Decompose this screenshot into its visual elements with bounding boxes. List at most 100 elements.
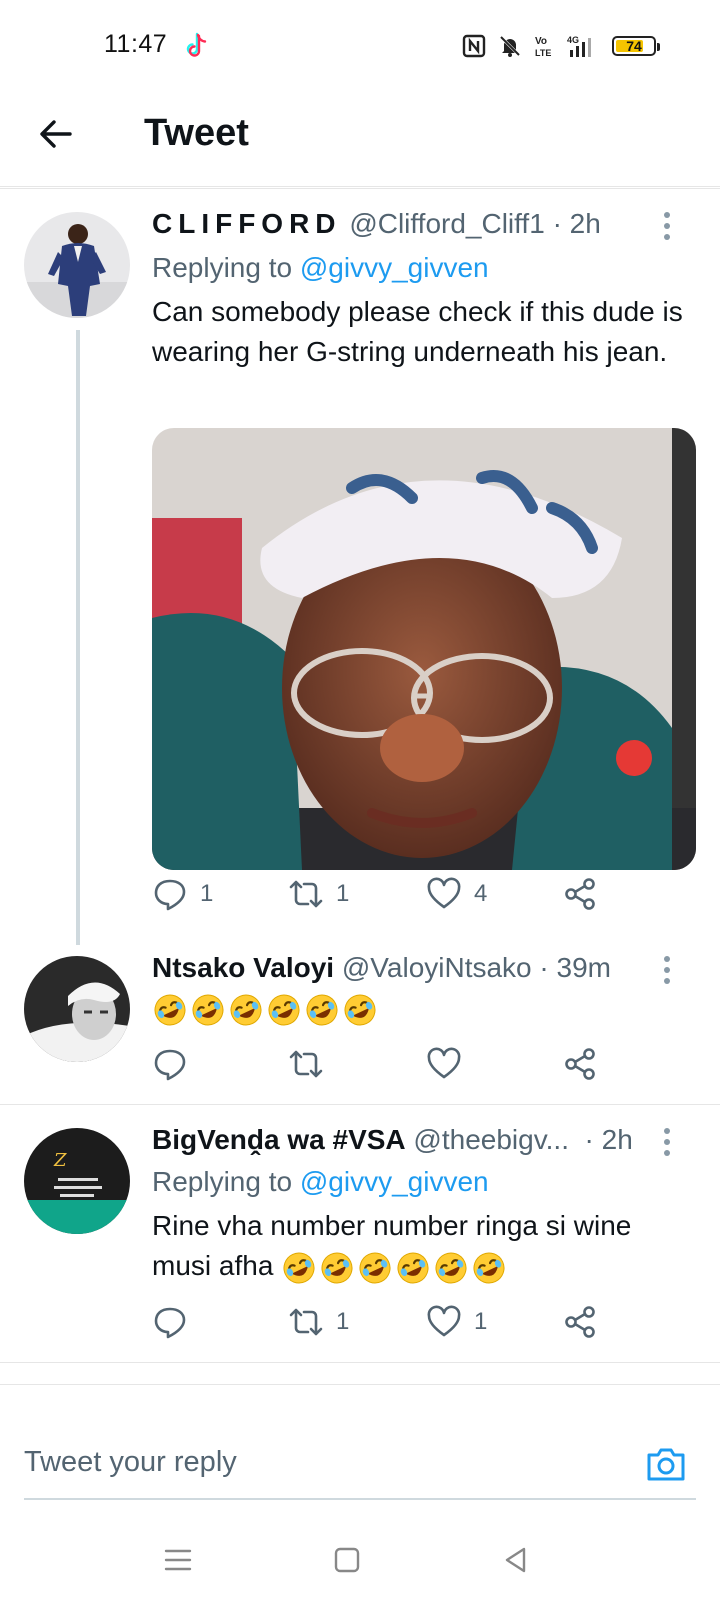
back-triangle-icon[interactable] — [500, 1544, 532, 1576]
retweet-count: 1 — [336, 1308, 350, 1335]
tweet-text — [152, 988, 692, 1028]
home-square-icon[interactable] — [331, 1544, 363, 1576]
volte-icon: Vo LTE — [535, 36, 551, 58]
rofl-emoji-row — [152, 992, 378, 1028]
display-name[interactable]: CLIFFORD — [152, 208, 342, 239]
retweet-button[interactable]: 1 — [288, 1302, 349, 1342]
avatar[interactable] — [24, 212, 130, 318]
user-handle[interactable]: @Clifford_Cliff1 — [349, 208, 544, 239]
rofl-emoji-icon — [281, 1250, 317, 1286]
display-name[interactable]: Ntsako Valoyi — [152, 952, 334, 983]
rofl-emoji-icon — [395, 1250, 431, 1286]
more-options-icon[interactable] — [662, 956, 672, 984]
mute-icon — [499, 35, 521, 57]
share-button[interactable] — [562, 874, 598, 914]
like-button[interactable]: 4 — [426, 874, 487, 914]
reply-icon — [154, 879, 186, 911]
svg-text:LTE: LTE — [535, 48, 551, 58]
tweet-text: Rine vha number number ringa si wine mus… — [152, 1206, 692, 1286]
battery-icon: 74 — [612, 36, 660, 56]
share-icon — [565, 1048, 595, 1080]
back-arrow-icon[interactable] — [36, 114, 76, 154]
rofl-emoji-icon — [319, 1250, 355, 1286]
user-handle[interactable]: @theebigv... — [413, 1124, 569, 1155]
nfc-icon — [462, 34, 486, 58]
rofl-emoji-icon — [228, 992, 264, 1028]
replying-to: Replying to @givvy_givven — [152, 1166, 489, 1198]
share-button[interactable] — [562, 1302, 598, 1342]
tweet-time: · 2h — [584, 1124, 633, 1155]
share-icon — [565, 878, 595, 910]
user-handle[interactable]: @ValoyiNtsako — [342, 952, 532, 983]
replying-prefix: Replying to — [152, 252, 293, 283]
retweet-icon — [289, 1050, 323, 1078]
reply-button[interactable] — [152, 1302, 200, 1342]
heart-icon — [427, 877, 461, 909]
replying-prefix: Replying to — [152, 1166, 293, 1197]
tweet-media-image[interactable] — [152, 428, 696, 870]
camera-icon[interactable] — [644, 1442, 688, 1486]
share-icon — [565, 1306, 595, 1338]
tweet-actions — [152, 1044, 632, 1084]
reply-button[interactable]: 1 — [152, 874, 213, 914]
tweet-time: · 39m — [539, 952, 611, 983]
rofl-emoji-icon — [190, 992, 226, 1028]
share-button[interactable] — [562, 1044, 598, 1084]
like-count: 1 — [474, 1308, 488, 1335]
like-button[interactable]: 1 — [426, 1302, 487, 1342]
rofl-emoji-icon — [433, 1250, 469, 1286]
divider — [0, 1384, 720, 1385]
reply-icon — [154, 1049, 186, 1081]
retweet-icon — [289, 880, 323, 908]
tweet-header: Ntsako Valoyi @ValoyiNtsako · 39m — [152, 952, 611, 984]
tweet-actions: 1 1 — [152, 1302, 632, 1342]
reply-composer[interactable]: Tweet your reply — [24, 1434, 696, 1498]
reply-input-underline — [24, 1498, 696, 1500]
tweet-actions: 1 1 4 — [152, 874, 632, 914]
reply-input[interactable]: Tweet your reply — [24, 1446, 237, 1479]
like-button[interactable] — [426, 1044, 462, 1084]
menu-icon[interactable] — [162, 1544, 194, 1576]
4g-signal-icon: 4G — [567, 35, 591, 57]
heart-icon — [427, 1047, 461, 1079]
retweet-count: 1 — [336, 880, 350, 907]
rofl-emoji-icon — [266, 992, 302, 1028]
avatar[interactable]: Z — [24, 1128, 130, 1234]
tweet-header: BigVenḓa wa #VSA @theebigv... · 2h — [152, 1124, 633, 1156]
tiktok-icon — [186, 32, 207, 57]
rofl-emoji-icon — [152, 992, 188, 1028]
more-options-icon[interactable] — [662, 1128, 672, 1156]
mention-link[interactable]: @givvy_givven — [300, 1166, 489, 1197]
heart-icon — [427, 1305, 461, 1337]
mention-link[interactable]: @givvy_givven — [300, 252, 489, 283]
avatar[interactable] — [24, 956, 130, 1062]
rofl-emoji-icon — [357, 1250, 393, 1286]
like-count: 4 — [474, 880, 488, 907]
rofl-emoji-icon — [342, 992, 378, 1028]
tweet-time: · 2h — [552, 208, 601, 239]
rofl-emoji-row — [281, 1250, 507, 1286]
system-navigation-bar — [0, 1520, 720, 1600]
svg-text:Z: Z — [53, 1150, 67, 1171]
retweet-button[interactable] — [288, 1044, 324, 1084]
top-app-bar: Tweet — [0, 90, 720, 187]
tweet-header: CLIFFORD @Clifford_Cliff1 · 2h — [152, 208, 601, 240]
divider — [0, 1104, 720, 1105]
display-name[interactable]: BigVenḓa wa #VSA — [152, 1124, 406, 1155]
reply-icon — [154, 1307, 186, 1339]
rofl-emoji-icon — [471, 1250, 507, 1286]
page-title: Tweet — [144, 112, 249, 154]
reply-button[interactable] — [152, 1044, 188, 1084]
retweet-icon — [289, 1308, 323, 1336]
retweet-button[interactable]: 1 — [288, 874, 349, 914]
more-options-icon[interactable] — [662, 212, 672, 240]
status-time: 11:47 — [104, 30, 168, 58]
thread-connector-line — [76, 330, 80, 945]
svg-text:4G: 4G — [567, 35, 579, 45]
reply-count: 1 — [200, 880, 214, 907]
divider — [0, 1362, 720, 1363]
battery-percent: 74 — [626, 38, 642, 54]
divider — [0, 188, 720, 189]
tweet-text: Can somebody please check if this dude i… — [152, 296, 683, 367]
rofl-emoji-icon — [304, 992, 340, 1028]
